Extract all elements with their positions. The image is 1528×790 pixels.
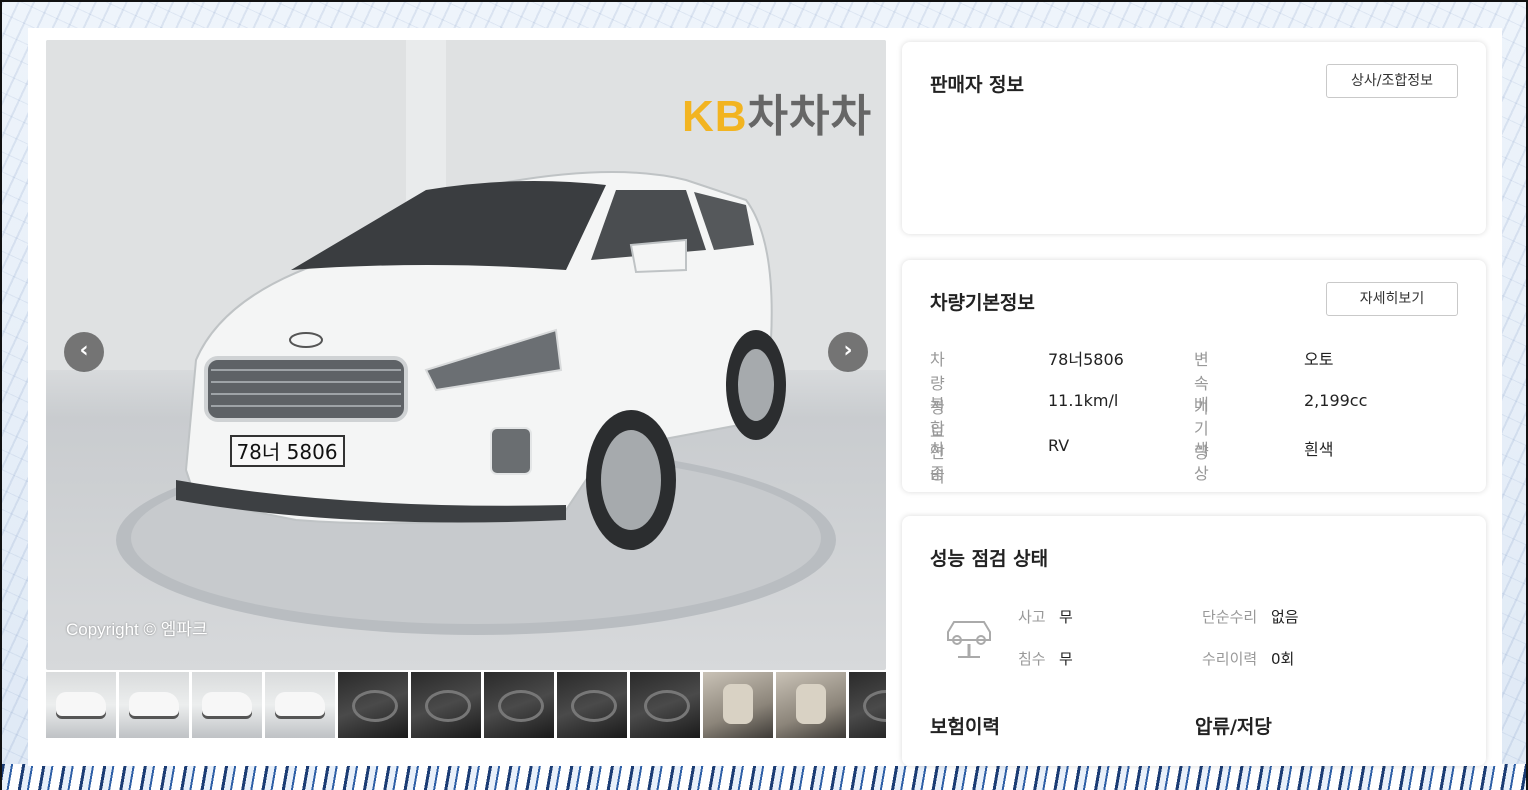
car-lift-icon <box>947 621 991 658</box>
thumbnail-strip <box>46 672 886 738</box>
dealer-info-button[interactable]: 상사/조합정보 <box>1326 64 1458 98</box>
chevron-left-icon: ‹ <box>79 338 89 363</box>
spec-value: RV <box>1048 436 1070 455</box>
kb-chachacha-logo: KB차차차 <box>681 92 872 141</box>
next-photo-button[interactable]: › <box>828 332 868 372</box>
spec-value: 2,199cc <box>1304 391 1368 410</box>
thumbnail[interactable] <box>484 672 554 738</box>
seller-info-card: 판매자 정보 상사/조합정보 <box>902 42 1486 234</box>
thumbnail[interactable] <box>192 672 262 738</box>
thumbnail[interactable] <box>338 672 408 738</box>
photo-copyright: Copyright © 엠파크 <box>66 620 208 639</box>
spec-label: 색상 <box>1194 440 1209 483</box>
simple-repair-value: 없음 <box>1271 608 1299 626</box>
repair-history-label: 수리이력 <box>1202 650 1258 668</box>
inspection-title: 성능 점검 상태 <box>930 548 1049 570</box>
view-details-button[interactable]: 자세히보기 <box>1326 282 1458 316</box>
thumbnail[interactable] <box>265 672 335 738</box>
background-strip <box>2 764 1526 790</box>
thumbnail[interactable] <box>776 672 846 738</box>
spec-value: 78너5806 <box>1048 350 1124 369</box>
accident-value: 무 <box>1059 608 1073 626</box>
main-car-photo[interactable]: 78너 5806 KB차차차 Copyright © 엠파크 ‹ › <box>46 40 886 670</box>
thumbnail[interactable] <box>411 672 481 738</box>
spec-value: 11.1km/l <box>1048 391 1119 410</box>
seller-info-title: 판매자 정보 <box>930 74 1025 96</box>
thumbnail[interactable] <box>557 672 627 738</box>
flood-label: 침수 <box>1018 650 1046 668</box>
repair-history-value: 0회 <box>1271 650 1295 668</box>
license-plate-text: 78너 5806 <box>236 440 337 464</box>
thumbnail[interactable] <box>703 672 773 738</box>
thumbnail[interactable] <box>119 672 189 738</box>
thumbnail[interactable] <box>849 672 886 738</box>
spec-value: 흰색 <box>1304 440 1334 459</box>
seizure-mortgage-title: 압류/저당 <box>1195 716 1272 738</box>
spec-value: 오토 <box>1304 350 1334 369</box>
simple-repair-label: 단순수리 <box>1202 608 1258 626</box>
thumbnail[interactable] <box>630 672 700 738</box>
prev-photo-button[interactable]: ‹ <box>64 332 104 372</box>
basic-info-card: 차량기본정보 자세히보기 차량정보 78너5806 변속기 오토 복합연비 11… <box>902 260 1486 492</box>
accident-label: 사고 <box>1018 608 1046 626</box>
spec-label: 차종 <box>930 440 945 483</box>
flood-value: 무 <box>1059 650 1073 668</box>
inspection-card: 성능 점검 상태 사고 무 단순수리 없음 침수 무 수리이력 0회 보험이력 … <box>902 516 1486 766</box>
insurance-history-title: 보험이력 <box>930 716 1000 738</box>
chevron-right-icon: › <box>843 338 853 363</box>
thumbnail[interactable] <box>46 672 116 738</box>
basic-info-title: 차량기본정보 <box>930 292 1035 314</box>
